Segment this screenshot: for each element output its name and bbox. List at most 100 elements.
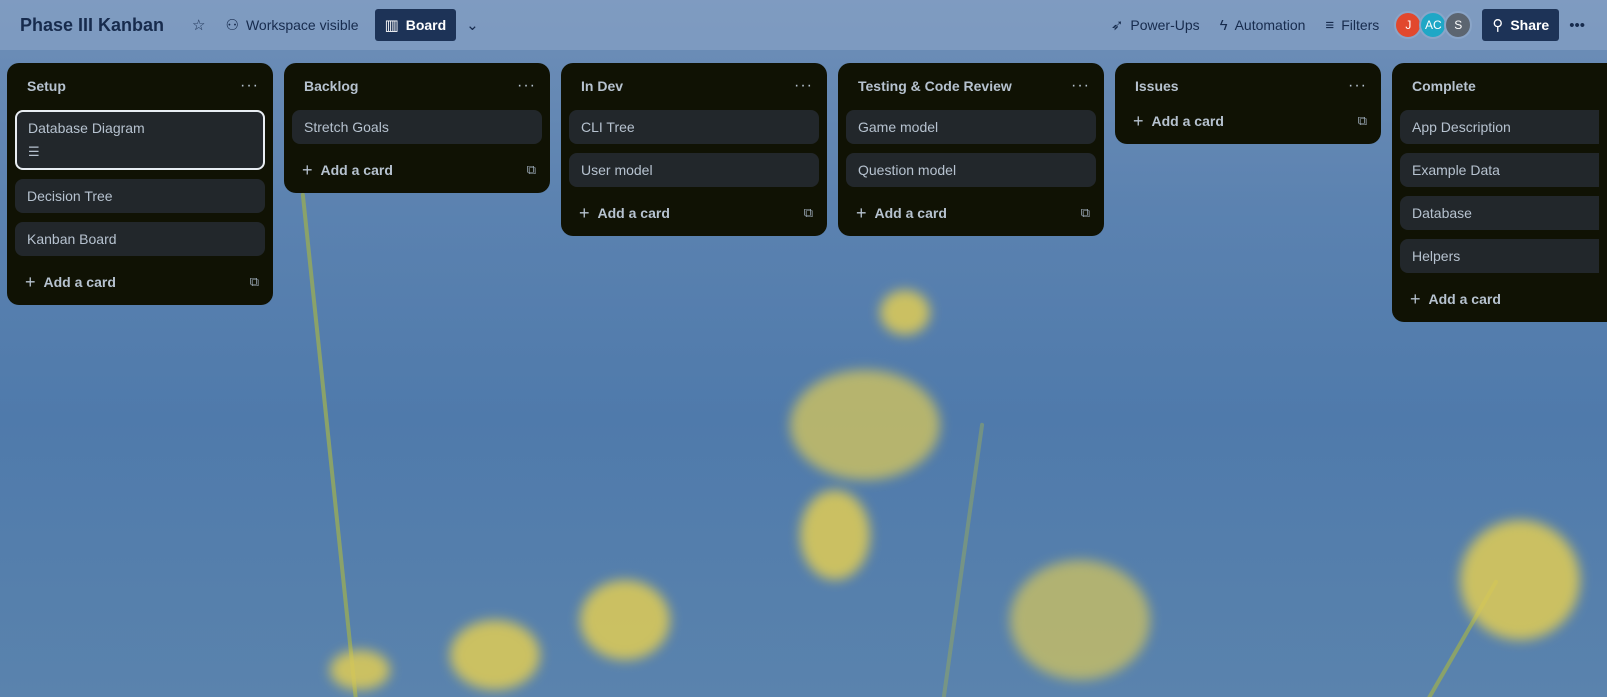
list-header: Testing & Code Review ···	[846, 71, 1096, 101]
template-icon[interactable]: ⧉	[804, 205, 813, 221]
list-title[interactable]: Complete	[1412, 78, 1476, 94]
add-card-button[interactable]: + Add a card	[856, 203, 947, 224]
more-icon[interactable]: ···	[794, 77, 813, 95]
add-card-row: + Add a card	[1400, 282, 1599, 316]
add-card-label: Add a card	[597, 205, 670, 221]
board-view-label: Board	[405, 17, 447, 33]
card-title: Decision Tree	[27, 188, 113, 204]
list-title[interactable]: Setup	[27, 78, 66, 94]
list-title[interactable]: Testing & Code Review	[858, 78, 1012, 94]
card-title: Database Diagram	[28, 120, 145, 136]
card[interactable]: Example Data	[1400, 153, 1599, 187]
avatar[interactable]: AC	[1419, 11, 1448, 39]
card-title: Question model	[858, 162, 957, 178]
more-icon[interactable]: ···	[240, 77, 259, 95]
card-title: App Description	[1412, 119, 1511, 135]
board-view-button[interactable]: ▥ Board	[374, 9, 457, 41]
add-card-label: Add a card	[1151, 113, 1224, 129]
list-title[interactable]: Backlog	[304, 78, 358, 94]
more-icon[interactable]: ···	[517, 77, 536, 95]
powerups-label: Power-Ups	[1130, 17, 1200, 33]
filter-icon: ≡	[1325, 16, 1335, 34]
template-icon[interactable]: ⧉	[1081, 205, 1090, 221]
add-card-button[interactable]: + Add a card	[1133, 111, 1224, 132]
list-complete: Complete App Description Example Data Da…	[1392, 63, 1607, 322]
list-testing-code-review: Testing & Code Review ··· Game model Que…	[838, 63, 1104, 236]
more-icon[interactable]: ···	[1348, 77, 1367, 95]
card[interactable]: Helpers	[1400, 239, 1599, 273]
add-card-label: Add a card	[320, 162, 393, 178]
card[interactable]: Database	[1400, 196, 1599, 230]
description-icon: ☰	[28, 144, 40, 159]
plus-icon: +	[1133, 110, 1144, 131]
share-label: Share	[1510, 17, 1550, 33]
card-title: Example Data	[1412, 162, 1500, 178]
card-title: Game model	[858, 119, 939, 135]
powerups-button[interactable]: ➶ Power-Ups	[1101, 9, 1210, 41]
add-card-row: + Add a card ⧉	[846, 196, 1096, 230]
card-title: Kanban Board	[27, 231, 117, 247]
card-title: Stretch Goals	[304, 119, 389, 135]
card[interactable]: Database Diagram ☰	[15, 110, 265, 170]
board-menu-button[interactable]: •••	[1559, 9, 1595, 41]
list-header: Issues ···	[1123, 71, 1373, 101]
card[interactable]: CLI Tree	[569, 110, 819, 144]
visibility-button[interactable]: ⚇ Workspace visible	[216, 9, 369, 41]
list-title[interactable]: In Dev	[581, 78, 623, 94]
add-person-icon: ⚲	[1492, 17, 1504, 34]
more-icon: •••	[1569, 16, 1585, 34]
view-switcher-button[interactable]: ⌄	[456, 9, 489, 41]
plus-icon: +	[1410, 288, 1421, 309]
card[interactable]: Game model	[846, 110, 1096, 144]
add-card-row: + Add a card ⧉	[1123, 104, 1373, 138]
list-title[interactable]: Issues	[1135, 78, 1179, 94]
add-card-label: Add a card	[1428, 291, 1501, 307]
card-title: Database	[1412, 205, 1472, 221]
filters-label: Filters	[1341, 17, 1380, 33]
star-button[interactable]: ☆	[182, 9, 215, 41]
list-header: In Dev ···	[569, 71, 819, 101]
star-icon: ☆	[192, 17, 206, 34]
template-icon[interactable]: ⧉	[527, 162, 536, 178]
board-icon: ▥	[384, 17, 399, 34]
more-icon[interactable]: ···	[1071, 77, 1090, 95]
card[interactable]: App Description	[1400, 110, 1599, 144]
template-icon[interactable]: ⧉	[250, 274, 259, 290]
automation-label: Automation	[1234, 17, 1306, 33]
list-header: Setup ···	[15, 71, 265, 101]
visibility-label: Workspace visible	[245, 17, 359, 33]
avatar[interactable]: J	[1394, 11, 1423, 39]
card-title: User model	[581, 162, 653, 178]
list-in-dev: In Dev ··· CLI Tree User model + Add a c…	[561, 63, 827, 236]
add-card-button[interactable]: + Add a card	[302, 160, 393, 181]
filters-button[interactable]: ≡ Filters	[1315, 9, 1389, 41]
add-card-row: + Add a card ⧉	[15, 265, 265, 299]
automation-button[interactable]: ϟ Automation	[1210, 9, 1316, 41]
card-title: CLI Tree	[581, 119, 635, 135]
share-button[interactable]: ⚲ Share	[1482, 9, 1560, 41]
template-icon[interactable]: ⧉	[1358, 113, 1367, 129]
add-card-button[interactable]: + Add a card	[25, 272, 116, 293]
add-card-row: + Add a card ⧉	[569, 196, 819, 230]
plus-icon: +	[856, 202, 867, 223]
list-header: Complete	[1400, 71, 1599, 101]
add-card-label: Add a card	[874, 205, 947, 221]
add-card-button[interactable]: + Add a card	[579, 203, 670, 224]
board-title[interactable]: Phase III Kanban	[20, 15, 164, 36]
card-title: Helpers	[1412, 248, 1461, 264]
card[interactable]: Stretch Goals	[292, 110, 542, 144]
rocket-icon: ➶	[1110, 17, 1124, 34]
board-header: Phase III Kanban ☆ ⚇ Workspace visible ▥…	[0, 0, 1607, 50]
add-card-button[interactable]: + Add a card	[1410, 289, 1501, 310]
add-card-label: Add a card	[43, 274, 116, 290]
avatar[interactable]: S	[1444, 11, 1473, 39]
card[interactable]: User model	[569, 153, 819, 187]
list-setup: Setup ··· Database Diagram ☰ Decision Tr…	[7, 63, 273, 305]
card[interactable]: Question model	[846, 153, 1096, 187]
chevron-down-icon: ⌄	[466, 17, 479, 34]
card[interactable]: Kanban Board	[15, 222, 265, 256]
list-issues: Issues ··· + Add a card ⧉	[1115, 63, 1381, 144]
plus-icon: +	[25, 271, 36, 292]
card[interactable]: Decision Tree	[15, 179, 265, 213]
member-avatars: J AC S	[1394, 11, 1473, 39]
